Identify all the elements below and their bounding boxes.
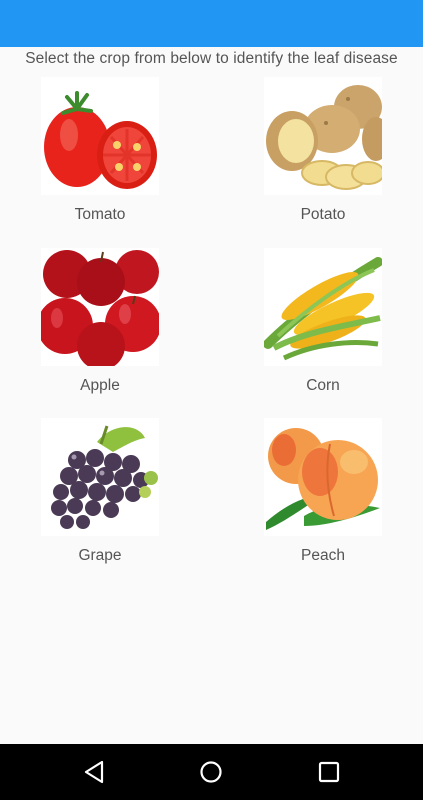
crop-apple[interactable]: Apple <box>20 248 180 395</box>
home-icon[interactable] <box>197 758 225 786</box>
instruction-text: Select the crop from below to identify t… <box>25 50 398 67</box>
back-icon[interactable] <box>80 758 108 786</box>
apple-icon <box>41 248 159 366</box>
app-bar <box>0 0 423 47</box>
crop-peach[interactable]: Peach <box>243 418 403 565</box>
peach-icon <box>264 418 382 536</box>
crop-label: Potato <box>300 206 346 223</box>
tomato-icon <box>41 77 159 195</box>
crop-tomato[interactable]: Tomato <box>20 77 180 224</box>
grape-icon <box>41 418 159 536</box>
crop-grape[interactable]: Grape <box>20 418 180 565</box>
recents-icon[interactable] <box>315 758 343 786</box>
crop-label: Peach <box>301 547 345 564</box>
crop-potato[interactable]: Potato <box>243 77 403 224</box>
crop-corn[interactable]: Corn <box>243 248 403 395</box>
crop-label: Apple <box>80 377 120 394</box>
crop-label: Tomato <box>74 206 126 223</box>
potato-icon <box>264 77 382 195</box>
crop-label: Grape <box>78 547 122 564</box>
navigation-bar <box>0 744 423 800</box>
crop-label: Corn <box>306 377 340 394</box>
corn-icon <box>264 248 382 366</box>
